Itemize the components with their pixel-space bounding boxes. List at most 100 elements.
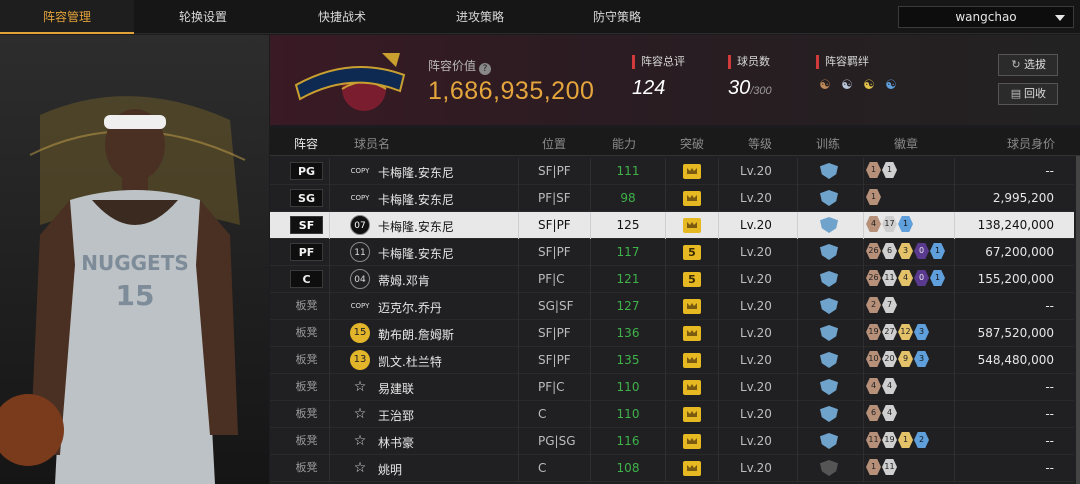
- lineup-slot[interactable]: 板凳: [290, 351, 323, 369]
- table-row[interactable]: 板凳 COPY 迈克尔.乔丹 SG|SF 127 Lv.20 2 7 --: [270, 293, 1074, 320]
- col-player-name[interactable]: 球员名: [354, 135, 390, 152]
- training-icon[interactable]: [820, 217, 838, 233]
- col-position[interactable]: 位置: [542, 135, 566, 152]
- help-icon[interactable]: ?: [479, 63, 492, 75]
- breakthrough-icon[interactable]: [683, 461, 703, 477]
- lineup-slot[interactable]: 板凳: [290, 432, 323, 450]
- breakthrough-icon[interactable]: [683, 191, 703, 207]
- table-row[interactable]: 板凳 13 凯文.杜兰特 SF|PF 135 Lv.20 10 20 9 3 548,480,000: [270, 347, 1074, 374]
- table-scrollbar[interactable]: [1076, 156, 1080, 484]
- badge-list[interactable]: 26 6 3 0 1: [866, 243, 945, 259]
- player-name[interactable]: 迈克尔.乔丹: [378, 299, 442, 316]
- table-row[interactable]: 板凳 ☆ 王治郅 C 110 Lv.20 6 4 --: [270, 401, 1074, 428]
- training-icon[interactable]: [820, 352, 838, 368]
- player-name[interactable]: 卡梅隆.安东尼: [378, 191, 454, 208]
- tab-lineup[interactable]: 阵容管理: [0, 0, 134, 34]
- lineup-slot[interactable]: SG: [290, 189, 323, 207]
- player-name[interactable]: 王治郅: [378, 407, 414, 424]
- breakthrough-icon[interactable]: 5: [683, 245, 703, 261]
- badge-list[interactable]: 64: [866, 405, 897, 421]
- column-divider: [718, 212, 719, 239]
- player-name[interactable]: 凯文.杜兰特: [378, 353, 442, 370]
- badge-list[interactable]: 27: [866, 297, 897, 313]
- col-training[interactable]: 训练: [816, 135, 840, 152]
- lineup-slot[interactable]: 板凳: [290, 297, 323, 315]
- breakthrough-icon[interactable]: [683, 326, 703, 342]
- training-icon[interactable]: [820, 298, 838, 314]
- col-badges[interactable]: 徽章: [894, 135, 918, 152]
- table-row[interactable]: SG COPY 卡梅隆.安东尼 PF|SF 98 Lv.20 1 2,995,200: [270, 185, 1074, 212]
- training-icon[interactable]: [820, 379, 838, 395]
- training-icon[interactable]: [820, 460, 838, 476]
- col-level[interactable]: 等级: [748, 135, 772, 152]
- badge-list[interactable]: 11 19 1 2: [866, 432, 929, 448]
- tab-defense[interactable]: 防守策略: [550, 0, 684, 34]
- column-divider: [718, 158, 719, 185]
- training-icon[interactable]: [820, 271, 838, 287]
- bond-bronze-icon[interactable]: ☯: [816, 78, 834, 94]
- breakthrough-icon[interactable]: [683, 407, 703, 423]
- training-icon[interactable]: [820, 163, 838, 179]
- bond-gold-icon[interactable]: ☯: [860, 78, 878, 94]
- breakthrough-icon[interactable]: 5: [683, 272, 703, 288]
- training-icon[interactable]: [820, 244, 838, 260]
- table-row[interactable]: C 04 蒂姆.邓肯 PF|C 121 5 Lv.20 26 11 4 0 1 155,200,000: [270, 266, 1074, 293]
- badge-icon: 11: [866, 432, 881, 448]
- table-row[interactable]: SF 07 卡梅隆.安东尼 SF|PF 125 Lv.20 4 17 1 138,240,000: [270, 212, 1074, 239]
- col-ability[interactable]: 能力: [612, 135, 636, 152]
- player-name[interactable]: 姚明: [378, 461, 402, 478]
- player-name[interactable]: 勒布朗.詹姆斯: [378, 326, 454, 343]
- badge-list[interactable]: 1: [866, 189, 881, 205]
- player-name[interactable]: 林书豪: [378, 434, 414, 451]
- player-name[interactable]: 卡梅隆.安东尼: [378, 218, 454, 235]
- lineup-slot[interactable]: PG: [290, 162, 323, 180]
- lineup-slot[interactable]: PF: [290, 243, 323, 261]
- training-icon[interactable]: [820, 190, 838, 206]
- lineup-slot[interactable]: 板凳: [290, 378, 323, 396]
- player-name[interactable]: 卡梅隆.安东尼: [378, 245, 454, 262]
- breakthrough-icon[interactable]: [683, 218, 703, 234]
- column-divider: [797, 347, 798, 374]
- badge-list[interactable]: 4 17 1: [866, 216, 913, 232]
- col-lineup[interactable]: 阵容: [294, 135, 318, 152]
- lineup-slot[interactable]: C: [290, 270, 323, 288]
- breakthrough-icon[interactable]: [683, 164, 703, 180]
- select-button[interactable]: ↻ 选拔: [998, 54, 1058, 76]
- badge-list[interactable]: 26 11 4 0 1: [866, 270, 945, 286]
- player-name[interactable]: 卡梅隆.安东尼: [378, 164, 454, 181]
- badge-list[interactable]: 44: [866, 378, 897, 394]
- training-icon[interactable]: [820, 433, 838, 449]
- bond-icons[interactable]: ☯ ☯ ☯ ☯: [816, 78, 900, 94]
- recycle-button[interactable]: ▤ 回收: [998, 83, 1058, 105]
- col-player-value[interactable]: 球员身价: [1007, 135, 1055, 152]
- training-icon[interactable]: [820, 406, 838, 422]
- table-row[interactable]: PF 11 卡梅隆.安东尼 SF|PF 117 5 Lv.20 26 6 3 0 1 67,200,00…: [270, 239, 1074, 266]
- bond-silver-icon[interactable]: ☯: [838, 78, 856, 94]
- badge-list[interactable]: 19 27 12 3: [866, 324, 929, 340]
- bond-blue-icon[interactable]: ☯: [882, 78, 900, 94]
- badge-list[interactable]: 11: [866, 162, 897, 178]
- lineup-slot[interactable]: 板凳: [290, 324, 323, 342]
- breakthrough-icon[interactable]: [683, 434, 703, 450]
- table-row[interactable]: PG COPY 卡梅隆.安东尼 SF|PF 111 Lv.20 1 1 --: [270, 158, 1074, 185]
- table-row[interactable]: 板凳 ☆ 易建联 PF|C 110 Lv.20 4 4 --: [270, 374, 1074, 401]
- breakthrough-icon[interactable]: [683, 380, 703, 396]
- lineup-slot[interactable]: 板凳: [290, 459, 323, 477]
- breakthrough-icon[interactable]: [683, 299, 703, 315]
- breakthrough-icon[interactable]: [683, 353, 703, 369]
- training-icon[interactable]: [820, 325, 838, 341]
- tab-rotation[interactable]: 轮换设置: [136, 0, 270, 34]
- lineup-slot[interactable]: 板凳: [290, 405, 323, 423]
- lineup-slot[interactable]: SF: [290, 216, 323, 234]
- col-breakthrough[interactable]: 突破: [680, 135, 704, 152]
- tab-offense[interactable]: 进攻策略: [413, 0, 547, 34]
- badge-list[interactable]: 1 11: [866, 459, 897, 475]
- table-row[interactable]: 板凳 ☆ 姚明 C 108 Lv.20 1 11 --: [270, 455, 1074, 482]
- user-dropdown[interactable]: wangchao: [898, 6, 1074, 28]
- player-name[interactable]: 易建联: [378, 380, 414, 397]
- table-row[interactable]: 板凳 15 勒布朗.詹姆斯 SF|PF 136 Lv.20 19 27 12 3 587,520,0…: [270, 320, 1074, 347]
- player-name[interactable]: 蒂姆.邓肯: [378, 272, 430, 289]
- table-row[interactable]: 板凳 ☆ 林书豪 PG|SG 116 Lv.20 11 19 1 2 --: [270, 428, 1074, 455]
- badge-list[interactable]: 10 20 9 3: [866, 351, 929, 367]
- tab-quick-tactics[interactable]: 快捷战术: [275, 0, 409, 34]
